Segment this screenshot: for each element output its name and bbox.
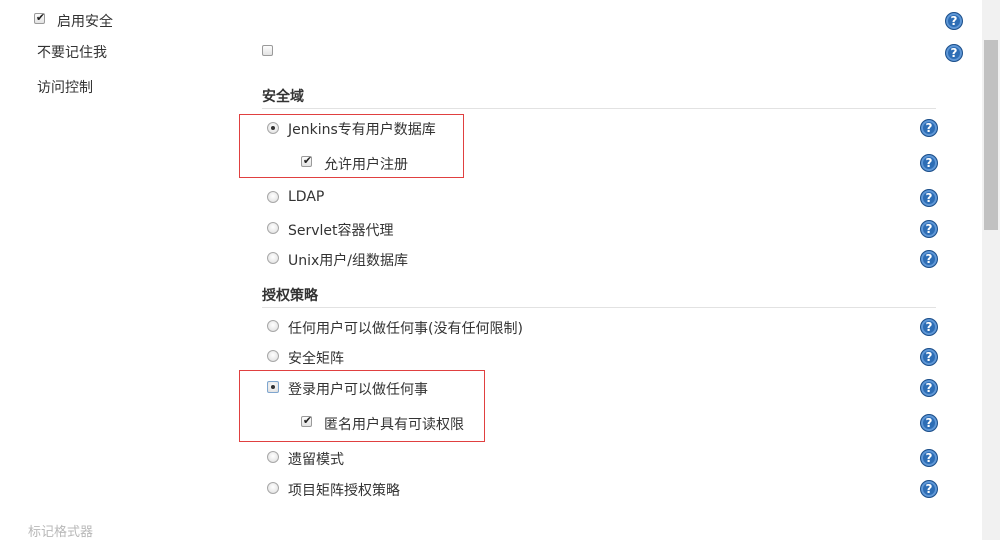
enable-security-label: 启用安全 (57, 14, 113, 30)
help-icon[interactable]: ? (920, 154, 938, 172)
help-icon[interactable]: ? (945, 12, 963, 30)
auth-radio-anyone[interactable] (267, 320, 279, 332)
auth-label-legacy: 遗留模式 (288, 452, 344, 468)
realm-label-unix: Unix用户/组数据库 (288, 253, 409, 269)
scrollbar-thumb[interactable] (984, 40, 998, 230)
auth-label-anyone: 任何用户可以做任何事(没有任何限制) (288, 321, 523, 337)
auth-radio-project-matrix[interactable] (267, 482, 279, 494)
realm-radio-servlet[interactable] (267, 222, 279, 234)
access-control-label: 访问控制 (37, 80, 93, 96)
security-realm-heading: 安全域 (262, 89, 304, 105)
auth-label-matrix: 安全矩阵 (288, 351, 344, 367)
help-icon[interactable]: ? (920, 414, 938, 432)
section-divider (262, 307, 936, 308)
realm-radio-unix[interactable] (267, 252, 279, 264)
check-icon: ✔ (35, 11, 46, 24)
help-icon[interactable]: ? (920, 318, 938, 336)
help-icon[interactable]: ? (920, 348, 938, 366)
help-icon[interactable]: ? (920, 220, 938, 238)
auth-radio-legacy[interactable] (267, 451, 279, 463)
help-icon[interactable]: ? (920, 250, 938, 268)
help-icon[interactable]: ? (920, 189, 938, 207)
section-divider (262, 108, 936, 109)
help-icon[interactable]: ? (920, 379, 938, 397)
authorization-heading: 授权策略 (262, 288, 318, 304)
markup-formatter-label: 标记格式器 (28, 525, 94, 540)
highlight-box-realm (239, 114, 464, 178)
help-icon[interactable]: ? (920, 119, 938, 137)
realm-label-servlet: Servlet容器代理 (288, 223, 394, 239)
highlight-box-auth (239, 370, 485, 442)
auth-radio-matrix[interactable] (267, 350, 279, 362)
remember-me-label: 不要记住我 (37, 45, 107, 61)
enable-security-checkbox[interactable]: ✔ (34, 11, 46, 24)
help-icon[interactable]: ? (945, 44, 963, 62)
help-icon[interactable]: ? (920, 449, 938, 467)
realm-radio-ldap[interactable] (267, 191, 279, 203)
remember-me-checkbox[interactable] (262, 45, 273, 56)
auth-label-project-matrix: 项目矩阵授权策略 (288, 483, 400, 499)
realm-label-ldap: LDAP (288, 189, 325, 205)
help-icon[interactable]: ? (920, 480, 938, 498)
